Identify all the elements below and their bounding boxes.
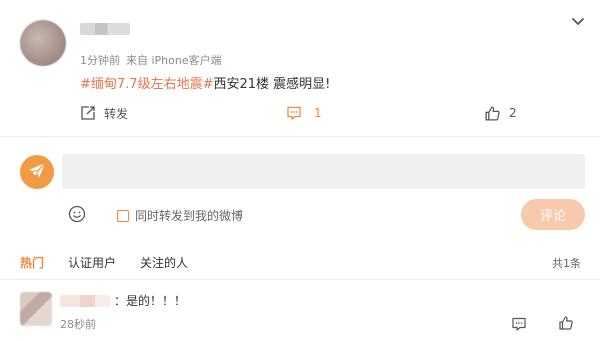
- comments-total: 共1条: [552, 257, 581, 270]
- tab-hot[interactable]: 热门: [20, 254, 44, 271]
- post-meta: 1分钟前 来自 iPhone客户端: [80, 52, 228, 68]
- comment-count: 1: [314, 106, 322, 120]
- comment-content: ：是的！！！: [60, 292, 186, 309]
- like-count: 2: [509, 106, 517, 120]
- topic-link[interactable]: #缅甸7.7级左右地震#: [80, 77, 213, 92]
- weibo-logo-icon: [26, 159, 48, 185]
- checkbox-icon[interactable]: [117, 209, 129, 222]
- emoji-icon[interactable]: [68, 205, 86, 223]
- post-time[interactable]: 1分钟前: [80, 54, 120, 67]
- commenter-avatar[interactable]: [20, 292, 52, 326]
- submit-comment-button[interactable]: 评论: [521, 199, 585, 230]
- thumbs-up-icon[interactable]: [558, 315, 574, 331]
- comment-input[interactable]: [62, 154, 585, 189]
- comment-time: 28秒前: [60, 318, 96, 331]
- comment-text: ：是的！！！: [114, 294, 187, 308]
- post-source: 来自 iPhone客户端: [126, 54, 222, 67]
- forward-button[interactable]: 转发: [80, 102, 128, 124]
- divider: [0, 136, 600, 137]
- tab-following[interactable]: 关注的人: [140, 254, 188, 271]
- repost-checkbox[interactable]: 同时转发到我的微博: [117, 207, 243, 224]
- post-body: 西安21楼 震感明显!: [213, 77, 331, 92]
- forward-icon: [80, 105, 96, 121]
- reply-icon[interactable]: [511, 316, 527, 332]
- divider: [0, 279, 600, 280]
- tab-verified-users[interactable]: 认证用户: [68, 254, 116, 271]
- repost-label: 同时转发到我的微博: [135, 209, 244, 223]
- like-button[interactable]: 2: [484, 102, 517, 124]
- forward-label: 转发: [104, 106, 129, 121]
- author-avatar[interactable]: [20, 20, 66, 66]
- thumbs-up-icon: [484, 105, 501, 122]
- comment-button[interactable]: 1: [286, 102, 322, 124]
- commenter-name-redacted[interactable]: [60, 294, 110, 307]
- comment-icon: [286, 105, 302, 121]
- my-avatar[interactable]: [20, 155, 54, 189]
- author-name-redacted[interactable]: [80, 23, 130, 35]
- post-content: #缅甸7.7级左右地震#西安21楼 震感明显!: [80, 73, 330, 92]
- comment-tabs: 热门 认证用户 关注的人: [20, 254, 212, 271]
- chevron-down-icon[interactable]: [566, 10, 590, 34]
